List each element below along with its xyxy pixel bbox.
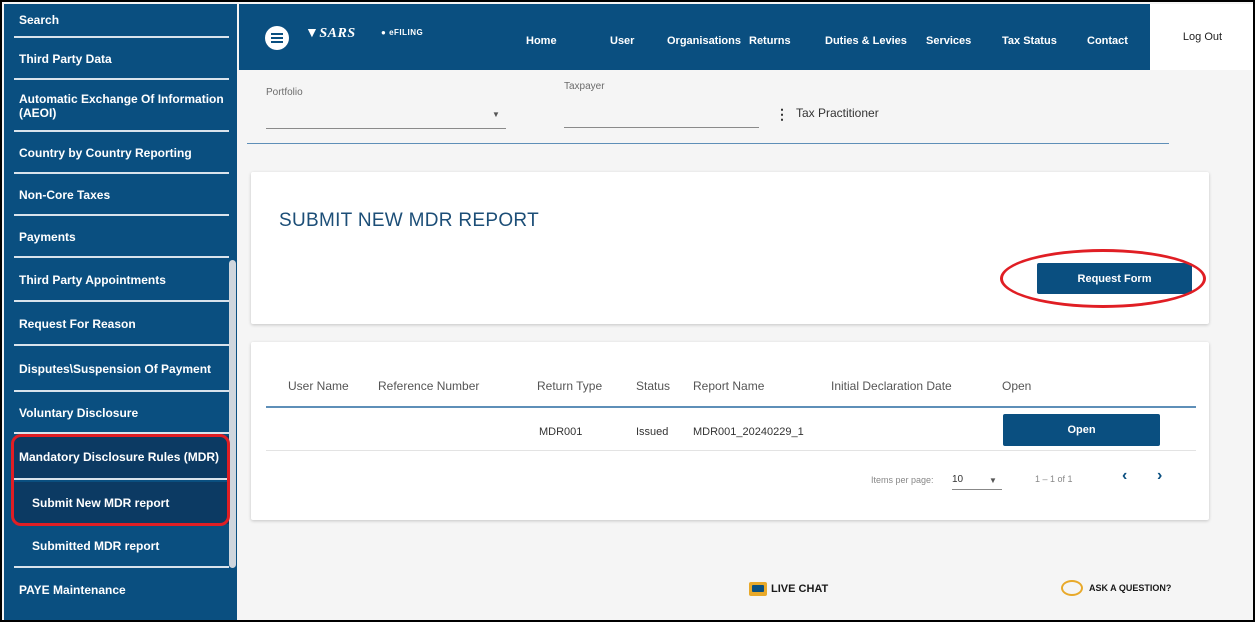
sidebar-item-submitted-mdr[interactable]: Submitted MDR report <box>14 526 229 568</box>
nav-tax-status[interactable]: Tax Status <box>1002 35 1057 47</box>
column-header-return-type[interactable]: Return Type <box>537 379 602 393</box>
logout-button[interactable]: Log Out <box>1150 4 1253 70</box>
sidebar-item-search[interactable]: Search <box>14 4 229 38</box>
sidebar-item-third-party-data[interactable]: Third Party Data <box>14 40 229 80</box>
chevron-right-icon[interactable]: › <box>1157 467 1162 485</box>
taxpayer-select[interactable] <box>564 127 759 128</box>
highlight-outline <box>11 434 230 526</box>
reports-table-card: User Name Reference Number Return Type S… <box>251 342 1209 520</box>
sidebar-item-disputes[interactable]: Disputes\Suspension Of Payment <box>14 348 229 392</box>
items-per-page-label: Items per page: <box>871 475 934 485</box>
nav-user[interactable]: User <box>610 35 634 47</box>
row-divider <box>266 450 1196 451</box>
sidebar-item-label: PAYE Maintenance <box>19 583 126 597</box>
sidebar-item-label: Third Party Data <box>19 52 112 66</box>
main-content: Portfolio ▼ Taxpayer ⋮ Tax Practitioner … <box>239 70 1253 620</box>
highlight-ellipse <box>1000 249 1206 308</box>
speech-bubble-icon <box>1061 580 1083 596</box>
column-header-open: Open <box>1002 379 1032 393</box>
menu-icon[interactable] <box>265 26 289 50</box>
sidebar-item-label: Disputes\Suspension Of Payment <box>19 362 212 376</box>
app-window: Search Third Party Data Automatic Exchan… <box>0 0 1255 622</box>
chevron-down-icon[interactable]: ▼ <box>492 110 500 119</box>
sars-logo: ▼SARS <box>305 26 356 41</box>
sidebar-item-label: Submitted MDR report <box>32 539 160 553</box>
sidebar-item-payments[interactable]: Payments <box>14 218 229 258</box>
column-header-status[interactable]: Status <box>636 379 670 393</box>
taxpayer-value: Tax Practitioner <box>796 106 879 120</box>
column-header-reference-number[interactable]: Reference Number <box>378 379 479 393</box>
taxpayer-label: Taxpayer <box>564 81 605 92</box>
cell-report-name: MDR001_20240229_1 <box>693 426 804 438</box>
live-chat-link[interactable]: LIVE CHAT <box>749 582 828 596</box>
sidebar-item-label: Automatic Exchange Of Information (AEOI) <box>19 92 224 120</box>
table-header-divider <box>266 406 1196 408</box>
page-title: SUBMIT NEW MDR REPORT <box>279 210 539 231</box>
sidebar-item-label: Payments <box>19 230 76 244</box>
sidebar-item-label: Voluntary Disclosure <box>19 406 139 420</box>
sidebar-scrollbar[interactable] <box>229 260 236 568</box>
items-per-page-select[interactable] <box>952 489 1002 490</box>
cell-status: Issued <box>636 426 669 438</box>
more-vertical-icon[interactable]: ⋮ <box>775 106 789 123</box>
nav-services[interactable]: Services <box>926 35 971 47</box>
sidebar: Search Third Party Data Automatic Exchan… <box>4 4 237 620</box>
divider <box>247 143 1169 144</box>
sidebar-item-label: Non-Core Taxes <box>19 188 111 202</box>
sidebar-item-request-for-reason[interactable]: Request For Reason <box>14 304 229 346</box>
pagination-range: 1 – 1 of 1 <box>1035 474 1073 484</box>
portfolio-select[interactable] <box>266 128 506 129</box>
sidebar-item-label: Search <box>19 13 60 27</box>
nav-organisations[interactable]: Organisations <box>667 35 741 47</box>
sidebar-item-third-party-appointments[interactable]: Third Party Appointments <box>14 260 229 302</box>
sidebar-item-label: Request For Reason <box>19 317 136 331</box>
open-button[interactable]: Open <box>1003 414 1160 446</box>
nav-returns[interactable]: Returns <box>749 35 791 47</box>
sidebar-item-non-core-taxes[interactable]: Non-Core Taxes <box>14 176 229 216</box>
column-header-report-name[interactable]: Report Name <box>693 379 764 393</box>
items-per-page-value[interactable]: 10 <box>952 474 963 485</box>
chevron-down-icon[interactable]: ▼ <box>989 476 997 485</box>
column-header-initial-declaration-date[interactable]: Initial Declaration Date <box>831 379 952 393</box>
nav-contact[interactable]: Contact <box>1087 35 1128 47</box>
ask-question-link[interactable]: ASK A QUESTION? <box>1061 580 1171 596</box>
sidebar-item-label: Third Party Appointments <box>19 273 166 287</box>
sidebar-item-voluntary-disclosure[interactable]: Voluntary Disclosure <box>14 394 229 434</box>
sidebar-item-aeoi[interactable]: Automatic Exchange Of Information (AEOI) <box>14 82 229 132</box>
top-navigation: ▼SARS ● eFILING Home User Organisations … <box>239 4 1253 70</box>
efiling-logo: ● eFILING <box>381 28 424 37</box>
chevron-left-icon[interactable]: ‹ <box>1122 467 1127 485</box>
nav-duties-levies[interactable]: Duties & Levies <box>825 35 907 47</box>
nav-home[interactable]: Home <box>526 35 557 47</box>
sidebar-item-cbc-reporting[interactable]: Country by Country Reporting <box>14 134 229 174</box>
column-header-user-name[interactable]: User Name <box>288 379 349 393</box>
sidebar-item-paye-maintenance[interactable]: PAYE Maintenance <box>14 570 229 610</box>
cell-return-type: MDR001 <box>539 426 583 438</box>
sidebar-item-label: Country by Country Reporting <box>19 146 192 160</box>
chat-icon <box>749 582 767 596</box>
portfolio-label: Portfolio <box>266 87 303 98</box>
